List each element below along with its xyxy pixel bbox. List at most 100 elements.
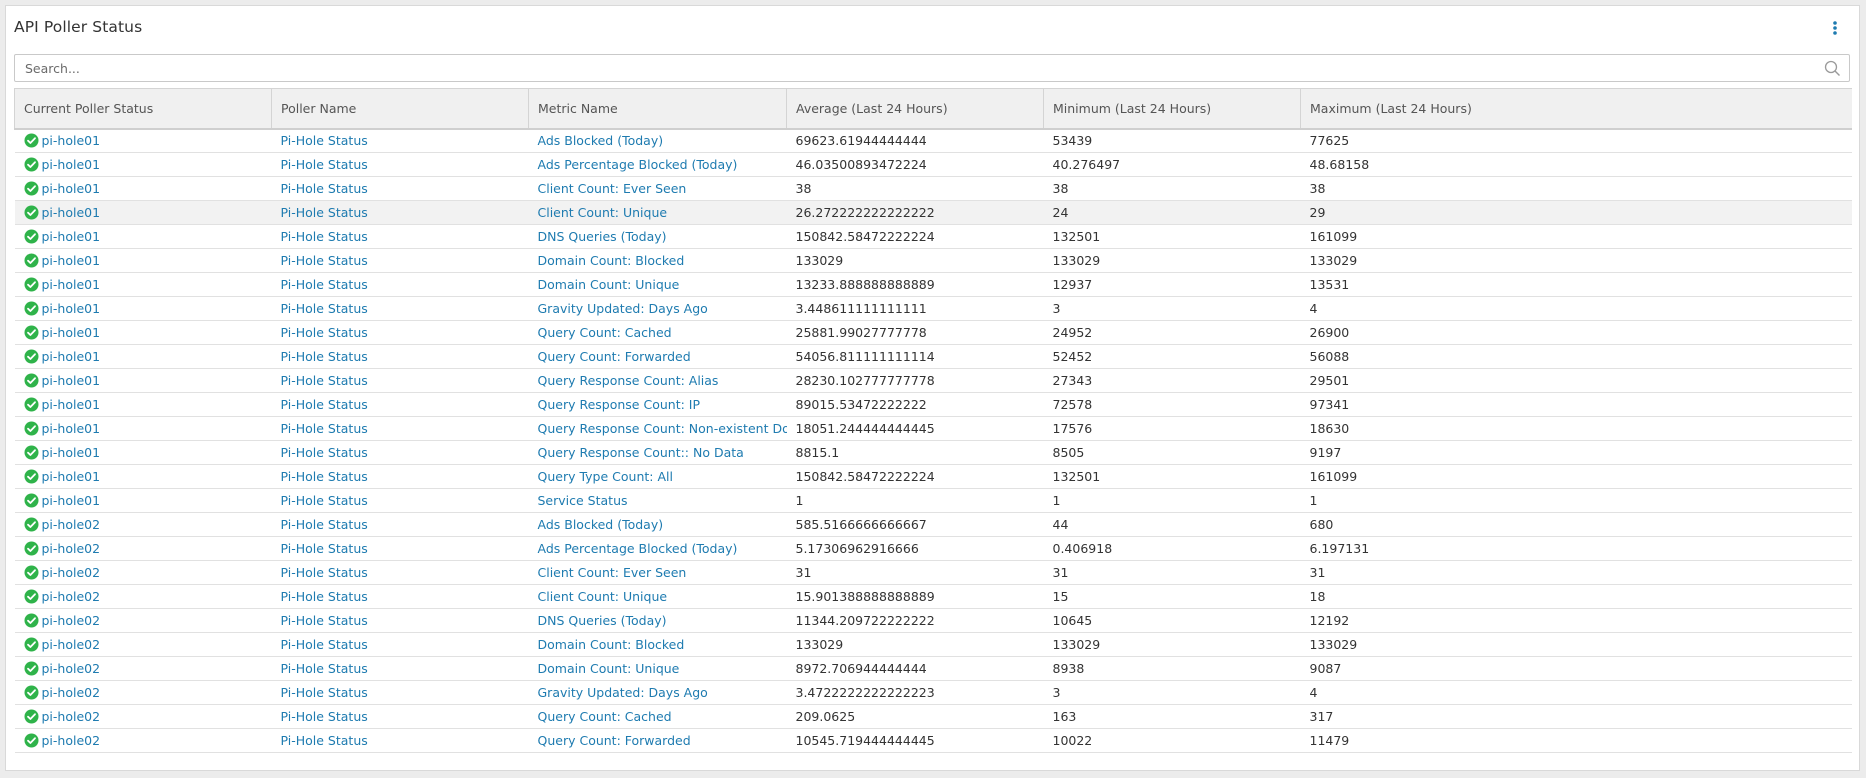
poller-name-link[interactable]: Pi-Hole Status [281,181,368,196]
metric-name-link[interactable]: Domain Count: Unique [538,277,680,292]
max-value-cell: 1 [1300,488,1852,513]
check-circle-icon [24,613,39,628]
poller-name-link[interactable]: Pi-Hole Status [281,445,368,460]
table-row: pi-hole01 Pi-Hole Status Service Status 1 1 1 [14,488,1852,513]
column-header-current-poller-status[interactable]: Current Poller Status [14,88,272,130]
poller-name-link[interactable]: Pi-Hole Status [281,229,368,244]
node-link[interactable]: pi-hole02 [42,541,101,556]
metric-name-link[interactable]: Query Count: Forwarded [538,349,691,364]
metric-name-link[interactable]: Query Count: Forwarded [538,733,691,748]
column-header-minimum[interactable]: Minimum (Last 24 Hours) [1043,88,1301,130]
metric-name-link[interactable]: Gravity Updated: Days Ago [538,685,708,700]
node-link[interactable]: pi-hole02 [42,709,101,724]
node-link[interactable]: pi-hole02 [42,589,101,604]
poller-name-link[interactable]: Pi-Hole Status [281,205,368,220]
node-link[interactable]: pi-hole01 [42,421,101,436]
node-link[interactable]: pi-hole01 [42,373,101,388]
node-link[interactable]: pi-hole01 [42,133,101,148]
metric-name-link[interactable]: Domain Count: Blocked [538,637,685,652]
metric-name-link[interactable]: Query Response Count: IP [538,397,701,412]
node-link[interactable]: pi-hole01 [42,349,101,364]
metric-name-link[interactable]: Query Response Count:: No Data [538,445,744,460]
node-link[interactable]: pi-hole02 [42,613,101,628]
metric-name-link[interactable]: Ads Percentage Blocked (Today) [538,157,738,172]
poller-name-link[interactable]: Pi-Hole Status [281,253,368,268]
search-icon[interactable] [1824,60,1841,77]
panel-menu-button[interactable] [1831,19,1839,39]
metric-name-link[interactable]: Domain Count: Unique [538,661,680,676]
node-link[interactable]: pi-hole01 [42,469,101,484]
poller-name-link[interactable]: Pi-Hole Status [281,469,368,484]
poller-name-link[interactable]: Pi-Hole Status [281,133,368,148]
metric-name-link[interactable]: Ads Blocked (Today) [538,133,664,148]
node-link[interactable]: pi-hole01 [42,157,101,172]
poller-name-link[interactable]: Pi-Hole Status [281,301,368,316]
node-link[interactable]: pi-hole02 [42,661,101,676]
metric-name-link[interactable]: Client Count: Ever Seen [538,565,687,580]
node-link[interactable]: pi-hole01 [42,445,101,460]
poller-name-link[interactable]: Pi-Hole Status [281,661,368,676]
poller-name-link[interactable]: Pi-Hole Status [281,397,368,412]
poller-name-link[interactable]: Pi-Hole Status [281,565,368,580]
node-link[interactable]: pi-hole01 [42,253,101,268]
check-circle-icon [24,421,39,436]
poller-name-link[interactable]: Pi-Hole Status [281,493,368,508]
table-body: pi-hole01 Pi-Hole Status Ads Blocked (Toda… [14,128,1852,753]
metric-name-link[interactable]: Client Count: Ever Seen [538,181,687,196]
poller-name-link[interactable]: Pi-Hole Status [281,709,368,724]
node-link[interactable]: pi-hole02 [42,685,101,700]
poller-name-link[interactable]: Pi-Hole Status [281,733,368,748]
node-link[interactable]: pi-hole01 [42,229,101,244]
column-header-maximum[interactable]: Maximum (Last 24 Hours) [1300,88,1852,130]
metric-name-link[interactable]: Ads Blocked (Today) [538,517,664,532]
node-link[interactable]: pi-hole01 [42,325,101,340]
search-input[interactable] [15,55,1805,81]
poller-name-link[interactable]: Pi-Hole Status [281,589,368,604]
node-link[interactable]: pi-hole01 [42,181,101,196]
metric-name-link[interactable]: DNS Queries (Today) [538,613,667,628]
node-link[interactable]: pi-hole01 [42,277,101,292]
poller-name-link[interactable]: Pi-Hole Status [281,541,368,556]
min-value-cell: 72578 [1043,392,1301,417]
poller-name-link[interactable]: Pi-Hole Status [281,373,368,388]
node-link[interactable]: pi-hole02 [42,565,101,580]
max-value-cell: 29501 [1300,368,1852,393]
metric-name-link[interactable]: Ads Percentage Blocked (Today) [538,541,738,556]
poller-name-link[interactable]: Pi-Hole Status [281,157,368,172]
node-link[interactable]: pi-hole01 [42,205,101,220]
metric-name-link[interactable]: DNS Queries (Today) [538,229,667,244]
column-header-poller-name[interactable]: Poller Name [271,88,529,130]
metric-name-link[interactable]: Query Count: Cached [538,325,672,340]
poller-name-link[interactable]: Pi-Hole Status [281,325,368,340]
avg-value-cell: 133029 [786,248,1044,273]
metric-name-link[interactable]: Client Count: Unique [538,205,668,220]
min-value-cell: 24952 [1043,320,1301,345]
status-cell: pi-hole01 [14,416,272,441]
poller-name-link[interactable]: Pi-Hole Status [281,613,368,628]
poller-name-link[interactable]: Pi-Hole Status [281,349,368,364]
metric-name-link[interactable]: Domain Count: Blocked [538,253,685,268]
metric-name-cell: Ads Blocked (Today) [528,512,787,537]
metric-name-link[interactable]: Query Response Count: Alias [538,373,719,388]
column-header-metric-name[interactable]: Metric Name [528,88,787,130]
node-link[interactable]: pi-hole01 [42,397,101,412]
poller-name-link[interactable]: Pi-Hole Status [281,685,368,700]
poller-name-link[interactable]: Pi-Hole Status [281,277,368,292]
metric-name-link[interactable]: Query Type Count: All [538,469,673,484]
node-link[interactable]: pi-hole02 [42,517,101,532]
poller-name-link[interactable]: Pi-Hole Status [281,517,368,532]
metric-name-link[interactable]: Query Count: Cached [538,709,672,724]
node-link[interactable]: pi-hole01 [42,301,101,316]
node-link[interactable]: pi-hole02 [42,637,101,652]
node-link[interactable]: pi-hole02 [42,733,101,748]
check-circle-icon [24,565,39,580]
poller-name-link[interactable]: Pi-Hole Status [281,637,368,652]
column-header-average[interactable]: Average (Last 24 Hours) [786,88,1044,130]
table-row: pi-hole01 Pi-Hole Status Client Count: Eve… [14,176,1852,201]
metric-name-link[interactable]: Client Count: Unique [538,589,668,604]
metric-name-link[interactable]: Gravity Updated: Days Ago [538,301,708,316]
poller-name-link[interactable]: Pi-Hole Status [281,421,368,436]
node-link[interactable]: pi-hole01 [42,493,101,508]
metric-name-link[interactable]: Service Status [538,493,628,508]
metric-name-link[interactable]: Query Response Count: Non-existent Domai… [538,421,787,436]
